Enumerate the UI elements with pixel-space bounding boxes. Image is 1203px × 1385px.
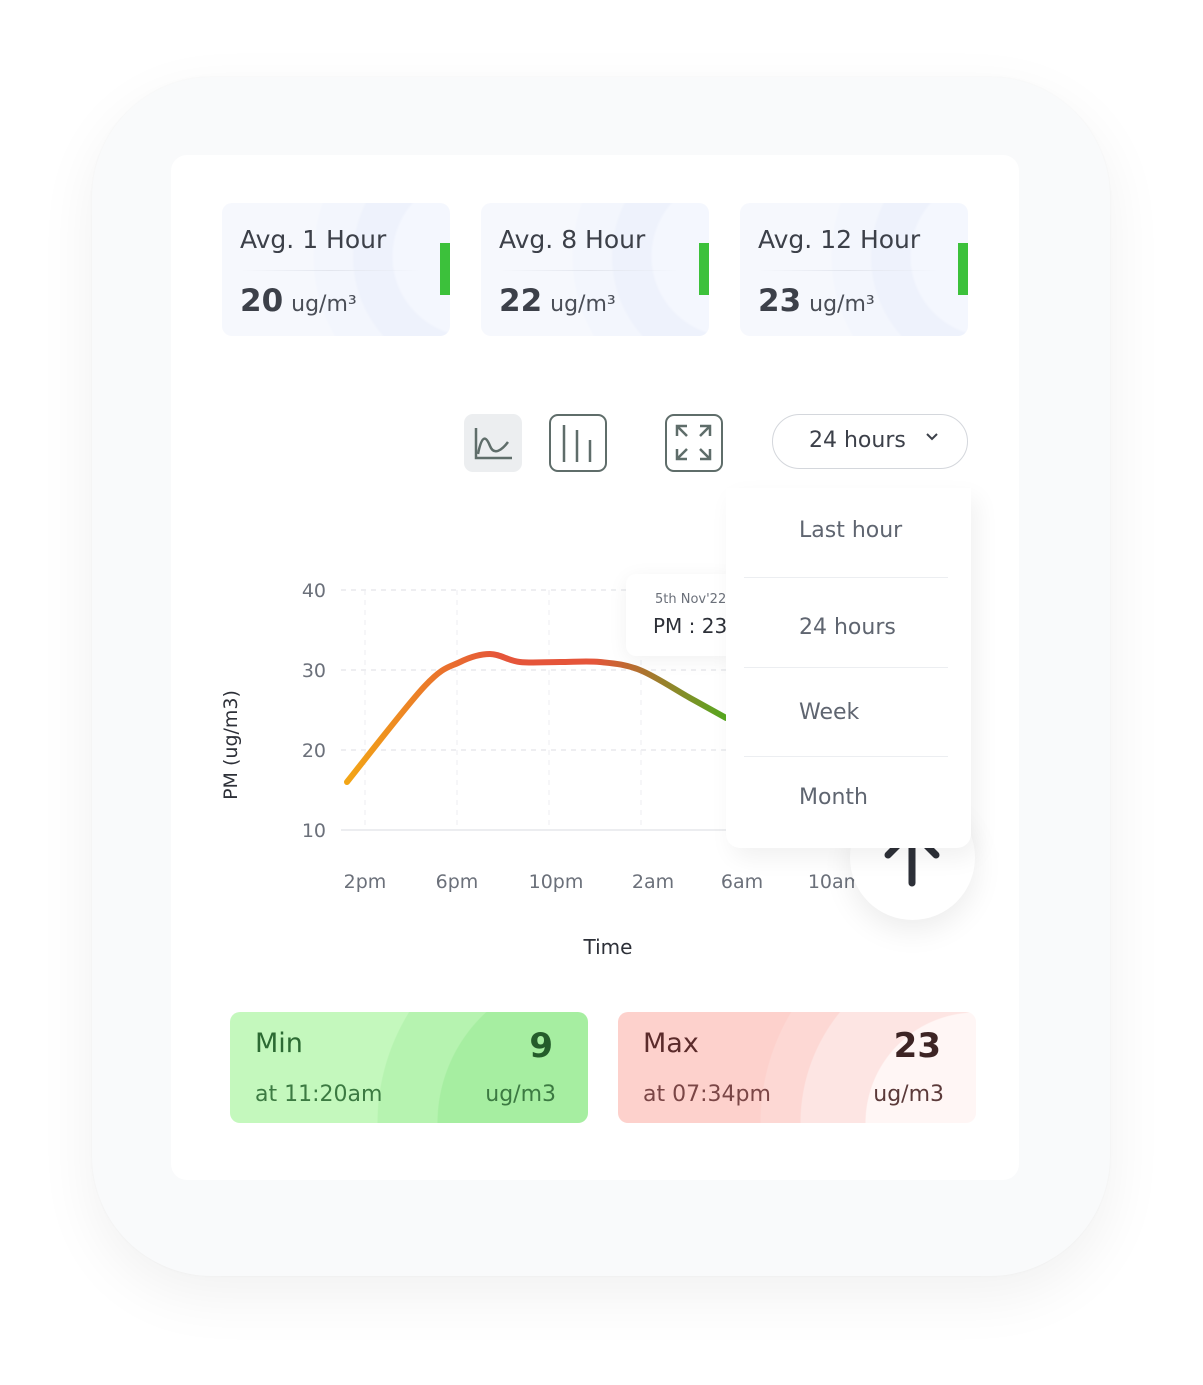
- tooltip-value: PM : 23: [653, 614, 728, 638]
- min-label: Min: [255, 1028, 303, 1059]
- divider: [744, 577, 948, 578]
- x-tick-label: 2am: [632, 871, 674, 893]
- divider: [744, 667, 948, 668]
- y-tick-label: 30: [302, 660, 326, 682]
- x-tick-label: 6am: [721, 871, 763, 893]
- max-unit: ug/m3: [873, 1082, 944, 1107]
- y-tick-label: 20: [302, 740, 326, 762]
- chart-tooltip: 5th Nov'22 PM : 23: [626, 574, 736, 656]
- min-unit: ug/m3: [485, 1082, 556, 1107]
- pm-line-chart: 403020102pm 6pm 10pm 2am 6am 10am PM (ug/m3) …: [220, 580, 862, 959]
- y-tick-label: 10: [302, 820, 326, 842]
- x-axis-label: Time: [583, 935, 633, 959]
- menu-item-week[interactable]: Week: [799, 700, 859, 725]
- tooltip-date: 5th Nov'22: [655, 592, 727, 607]
- max-time: at 07:34pm: [643, 1082, 771, 1107]
- min-value: 9: [529, 1026, 553, 1066]
- min-time: at 11:20am: [255, 1082, 383, 1107]
- x-tick-label: 10pm: [529, 871, 584, 893]
- menu-item-24-hours[interactable]: 24 hours: [799, 615, 896, 640]
- y-tick-label: 40: [302, 580, 326, 602]
- max-label: Max: [643, 1028, 699, 1059]
- x-tick-label: 2pm: [344, 871, 387, 893]
- x-tick-label: 6pm: [436, 871, 479, 893]
- range-menu: Last hour 24 hours Week Month: [726, 488, 971, 848]
- min-card: Min at 11:20am 9 ug/m3: [230, 1012, 588, 1123]
- menu-item-month[interactable]: Month: [799, 785, 868, 810]
- menu-item-last-hour[interactable]: Last hour: [799, 518, 902, 543]
- y-axis-label: PM (ug/m3): [220, 690, 242, 800]
- divider: [744, 756, 948, 757]
- pm-series-line: [343, 650, 726, 785]
- max-card: Max at 07:34pm 23 ug/m3: [618, 1012, 976, 1123]
- max-value: 23: [893, 1026, 941, 1066]
